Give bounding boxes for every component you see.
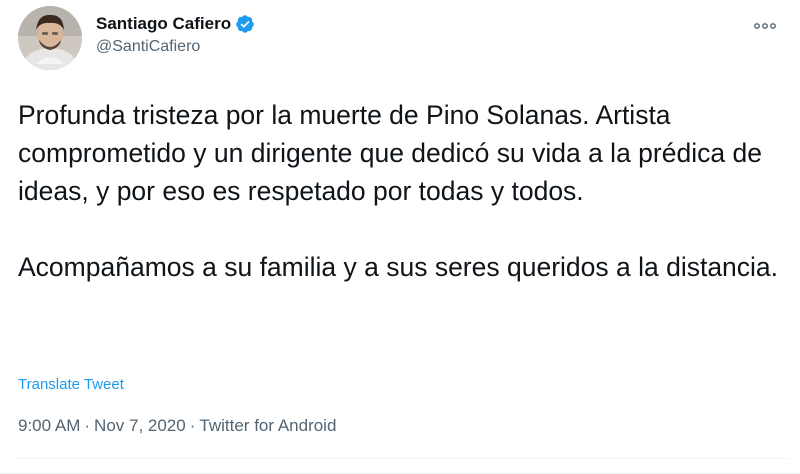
author-handle[interactable]: @SantiCafiero xyxy=(96,38,255,56)
avatar-image xyxy=(18,6,82,70)
meta-separator: · xyxy=(84,416,91,435)
author-name[interactable]: Santiago Cafiero xyxy=(96,14,231,34)
tweet-text: Profunda tristeza por la muerte de Pino … xyxy=(18,100,779,282)
tweet-time[interactable]: 9:00 AM xyxy=(18,416,80,436)
tweet-date[interactable]: Nov 7, 2020 xyxy=(94,416,186,436)
author-name-row: Santiago Cafiero xyxy=(96,12,255,36)
meta-separator: · xyxy=(189,416,196,435)
tweet-card: Santiago Cafiero @SantiCafiero Profunda … xyxy=(0,0,800,474)
tweet-source[interactable]: Twitter for Android xyxy=(199,416,336,436)
more-options-icon[interactable] xyxy=(752,18,778,34)
divider xyxy=(18,458,788,459)
translate-tweet-link[interactable]: Translate Tweet xyxy=(18,376,124,393)
author-block: Santiago Cafiero @SantiCafiero xyxy=(96,12,255,56)
avatar[interactable] xyxy=(18,6,82,70)
verified-badge-icon xyxy=(235,14,255,34)
tweet-metadata: 9:00 AM · Nov 7, 2020 · Twitter for Andr… xyxy=(18,416,336,436)
